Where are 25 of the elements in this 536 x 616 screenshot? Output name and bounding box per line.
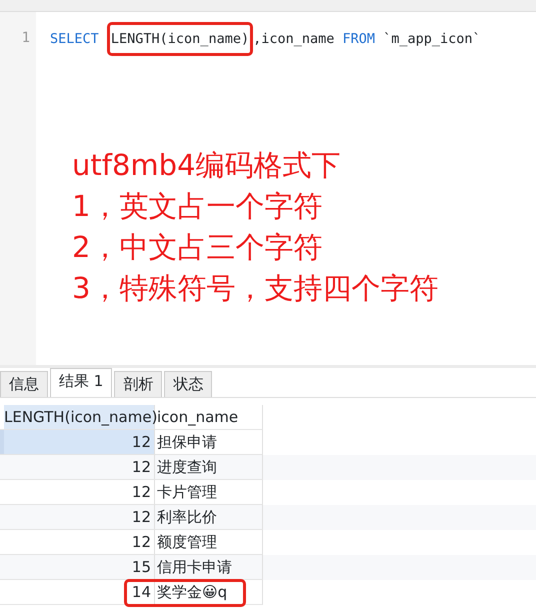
table-cell: 利率比价 — [155, 505, 263, 530]
code-text: `m_app_icon` — [382, 30, 481, 49]
table-cell: 进度查询 — [155, 455, 263, 480]
result-tab[interactable]: 剖析 — [114, 371, 162, 397]
highlighted-code: LENGTH(icon_name) — [106, 22, 254, 56]
table-cell: 12 — [4, 455, 155, 480]
code-text: ,icon_name — [253, 30, 336, 49]
annotation-text: 1，英文占一个字符 — [72, 188, 324, 225]
table-cell: 14 — [4, 580, 155, 605]
table-cell: 12 — [4, 430, 155, 455]
annotation-text: 3，特殊符号，支持四个字符 — [72, 270, 440, 307]
table-cell: 12 — [4, 505, 155, 530]
table-cell: 15 — [4, 555, 155, 580]
line-number: 1 — [0, 12, 36, 365]
code-text: SELECT — [50, 30, 100, 49]
result-tab[interactable]: 状态 — [164, 371, 212, 397]
table-cell: 信用卡申请 — [155, 555, 263, 580]
column-header[interactable]: icon_name — [155, 405, 263, 430]
result-tab[interactable]: 结果 1 — [50, 368, 112, 397]
code-text: FROM — [342, 30, 375, 49]
table-cell: 奖学金😀q — [155, 580, 263, 605]
annotation-text: utf8mb4编码格式下 — [72, 147, 342, 184]
column-header[interactable]: LENGTH(icon_name) — [4, 405, 155, 430]
annotation-text: 2，中文占三个字符 — [72, 229, 324, 266]
result-tab[interactable]: 信息 — [0, 371, 48, 397]
